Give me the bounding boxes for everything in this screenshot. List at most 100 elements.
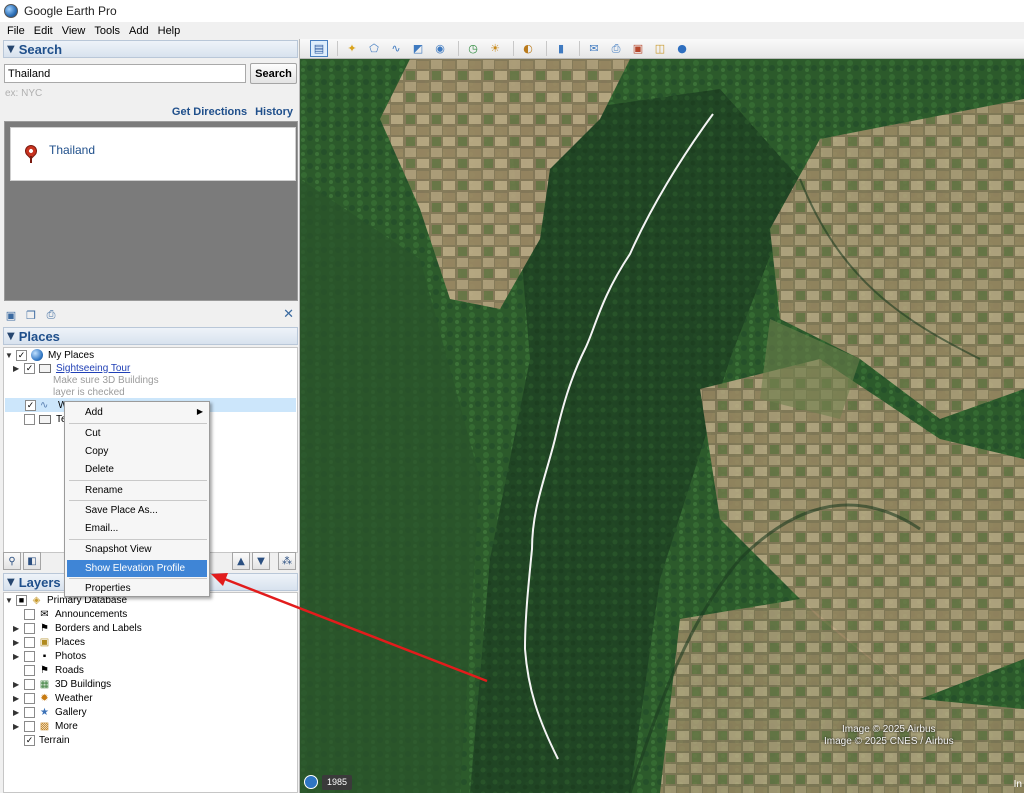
sidebar-toggle-icon[interactable]: ▤ [310, 40, 328, 57]
email-icon[interactable]: ✉ [585, 40, 603, 57]
expand-arrow-icon[interactable]: ▼ [5, 351, 13, 360]
menu-item-rename[interactable]: Rename [67, 482, 207, 499]
checkbox[interactable] [24, 650, 35, 662]
layer-row[interactable]: ▶ ▦ 3D Buildings [13, 677, 111, 691]
ruler-icon[interactable]: ▮ [552, 40, 570, 57]
menu-add[interactable]: Add [129, 25, 149, 37]
collapse-triangle-icon[interactable]: ▼ [7, 331, 15, 342]
print-icon[interactable]: ⎙ [607, 40, 625, 57]
historical-imagery-icon[interactable]: ◷ [464, 40, 482, 57]
imagery-year-badge[interactable]: 1985 [322, 775, 353, 790]
layer-row[interactable]: ▶ ▪ Photos [13, 649, 86, 663]
checkbox[interactable]: ✓ [24, 362, 35, 374]
layers-tree: ▼ ■ ◈ Primary Database ✉ Announcements ▶… [3, 592, 298, 793]
copy-results-icon[interactable]: ❐ [24, 309, 38, 322]
search-result-name[interactable]: Thailand [49, 143, 95, 157]
print-icon[interactable]: ⎙ [44, 308, 58, 321]
tour-play-icon[interactable]: ⁂ [278, 552, 296, 570]
menu-item-email[interactable]: Email... [67, 520, 207, 537]
web-globe-icon[interactable]: ● [673, 40, 691, 57]
path-icon: ∿ [40, 400, 49, 411]
expand-arrow-icon[interactable]: ▶ [13, 364, 21, 373]
menu-item-save-place-as[interactable]: Save Place As... [67, 502, 207, 519]
expand-arrow-icon[interactable]: ▶ [13, 638, 21, 647]
menu-tools[interactable]: Tools [94, 25, 120, 37]
save-image-icon[interactable]: ▣ [629, 40, 647, 57]
earth-map-view[interactable]: Image © 2025 Airbus Image © 2025 CNES / … [300, 59, 1024, 793]
checkbox[interactable] [24, 413, 35, 425]
add-overlay-icon[interactable]: ◩ [409, 40, 427, 57]
search-places-icon[interactable]: ⚲ [3, 552, 21, 570]
search-input[interactable] [4, 64, 246, 83]
menu-item-snapshot-view[interactable]: Snapshot View [67, 541, 207, 558]
google-earth-icon [4, 4, 18, 18]
layer-row[interactable]: ⚑ Roads [13, 663, 84, 677]
move-up-icon[interactable]: ▲ [232, 552, 250, 570]
layer-row[interactable]: ▶ ★ Gallery [13, 705, 87, 719]
menu-item-show-elevation-profile[interactable]: Show Elevation Profile [67, 560, 207, 577]
checkbox[interactable]: ✓ [25, 399, 36, 411]
search-panel-header[interactable]: ▼ Search [3, 40, 298, 58]
layer-row[interactable]: ▶ ▣ Places [13, 635, 85, 649]
add-path-icon[interactable]: ∿ [387, 40, 405, 57]
expand-arrow-icon[interactable]: ▶ [13, 722, 21, 731]
history-link[interactable]: History [255, 106, 293, 118]
gallery-star-icon: ★ [40, 706, 49, 718]
switch-planet-icon[interactable]: ◐ [519, 40, 537, 57]
checkbox[interactable] [24, 664, 35, 676]
checkbox[interactable]: ✓ [16, 349, 27, 361]
layer-row[interactable]: ▶ ✹ Weather [13, 691, 93, 705]
expand-arrow-icon[interactable]: ▶ [13, 652, 21, 661]
menu-file[interactable]: File [7, 25, 25, 37]
menu-item-delete[interactable]: Delete [67, 461, 207, 478]
menu-view[interactable]: View [62, 25, 86, 37]
database-icon: ◈ [32, 594, 41, 606]
collapse-triangle-icon[interactable]: ▼ [7, 44, 15, 55]
checkbox[interactable] [24, 608, 35, 620]
menu-item-properties[interactable]: Properties [67, 580, 207, 597]
map-toolbar: ▤ ✦ ⬠ ∿ ◩ ◉ ◷ ☀ ◐ ▮ ✉ ⎙ ▣ ◫ ● [300, 39, 1024, 59]
add-folder-icon[interactable]: ▣ [4, 309, 18, 322]
checkbox[interactable] [24, 720, 35, 732]
search-button[interactable]: Search [250, 63, 297, 84]
menu-item-add[interactable]: Add ▶ [67, 404, 207, 421]
layer-row[interactable]: ▶ ⚑ Borders and Labels [13, 621, 142, 635]
checkbox[interactable] [24, 706, 35, 718]
panel-toggle-icon[interactable]: ◧ [23, 552, 41, 570]
expand-arrow-icon[interactable]: ▶ [13, 624, 21, 633]
expand-arrow-icon[interactable]: ▶ [13, 694, 21, 703]
move-down-icon[interactable]: ▼ [252, 552, 270, 570]
sunlight-icon[interactable]: ☀ [486, 40, 504, 57]
checkbox[interactable] [24, 636, 35, 648]
tree-row-my-places[interactable]: ▼ ✓ My Places [5, 348, 94, 362]
layer-row[interactable]: ▶ ▩ More [13, 719, 78, 733]
get-directions-link[interactable]: Get Directions [172, 106, 247, 118]
expand-arrow-icon[interactable]: ▼ [5, 596, 13, 605]
add-placemark-icon[interactable]: ✦ [343, 40, 361, 57]
checkbox[interactable]: ■ [16, 594, 27, 606]
menu-item-cut[interactable]: Cut [67, 425, 207, 442]
menu-help[interactable]: Help [158, 25, 181, 37]
collapse-triangle-icon[interactable]: ▼ [7, 577, 15, 588]
expand-arrow-icon[interactable]: ▶ [13, 708, 21, 717]
checkbox[interactable] [24, 622, 35, 634]
view-in-maps-icon[interactable]: ◫ [651, 40, 669, 57]
checkbox[interactable] [24, 692, 35, 704]
places-panel-header[interactable]: ▼ Places [3, 327, 298, 345]
clear-results-close-icon[interactable]: ✕ [283, 307, 294, 322]
menu-item-copy[interactable]: Copy [67, 443, 207, 460]
history-clock-icon[interactable] [304, 775, 318, 789]
layer-row[interactable]: ✓ Terrain [13, 733, 70, 747]
photos-icon: ▪ [42, 650, 47, 662]
roads-icon: ⚑ [40, 664, 49, 676]
menu-edit[interactable]: Edit [34, 25, 53, 37]
more-icon: ▩ [39, 720, 50, 732]
layer-row[interactable]: ✉ Announcements [13, 607, 127, 621]
record-tour-icon[interactable]: ◉ [431, 40, 449, 57]
add-polygon-icon[interactable]: ⬠ [365, 40, 383, 57]
submenu-arrow-icon: ▶ [196, 407, 203, 416]
checkbox[interactable] [24, 678, 35, 690]
expand-arrow-icon[interactable]: ▶ [13, 680, 21, 689]
checkbox[interactable]: ✓ [24, 734, 35, 746]
search-result[interactable]: Thailand [10, 127, 296, 181]
